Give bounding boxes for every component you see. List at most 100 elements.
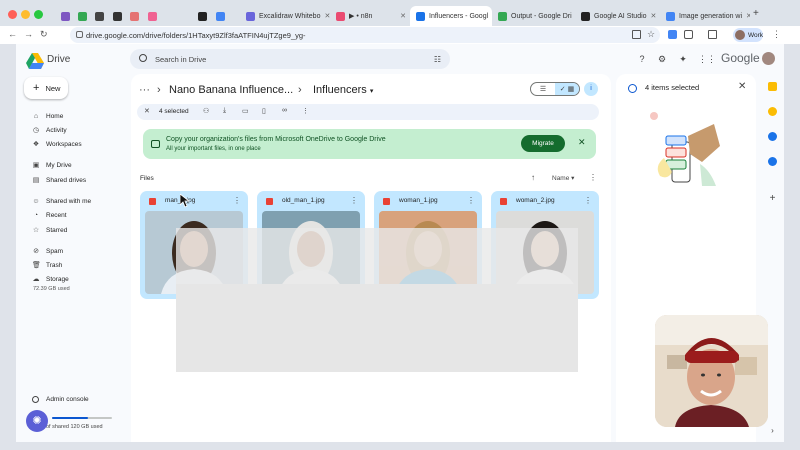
minimize-window-button[interactable] bbox=[21, 10, 30, 19]
sidebar-item-activity[interactable]: ◷ Activity bbox=[24, 124, 124, 137]
sort-label: Name bbox=[552, 175, 570, 182]
keep-app-icon[interactable] bbox=[768, 107, 777, 116]
browser-tab[interactable] bbox=[213, 6, 225, 26]
cast-icon[interactable] bbox=[632, 30, 641, 39]
search-options-icon[interactable]: ☷ bbox=[434, 55, 441, 64]
account-avatar[interactable] bbox=[762, 52, 775, 65]
browser-tab[interactable] bbox=[58, 6, 70, 26]
browser-tab[interactable]: Image generation wi ✕ bbox=[660, 6, 750, 26]
file-more-icon[interactable]: ⋮ bbox=[584, 196, 592, 205]
back-button[interactable]: ← bbox=[8, 29, 17, 39]
sort-direction-icon[interactable]: ↑ bbox=[531, 173, 535, 182]
profile-label: Work bbox=[747, 31, 763, 39]
side-panel-icon[interactable] bbox=[708, 30, 717, 39]
file-more-icon[interactable]: ⋮ bbox=[467, 196, 475, 205]
calendar-app-icon[interactable] bbox=[768, 82, 777, 91]
more-actions-icon[interactable]: ⋮ bbox=[302, 107, 309, 115]
copy-link-icon[interactable]: ∞ bbox=[282, 107, 287, 114]
selection-bar: ✕ 4 selected ⚇ ⤓ ▭ ▯ ∞ ⋮ bbox=[137, 104, 599, 120]
clear-selection-icon[interactable]: ✕ bbox=[144, 107, 150, 115]
sidebar-item-recent[interactable]: ◔ Recent bbox=[24, 209, 124, 222]
site-info-icon[interactable] bbox=[76, 31, 83, 38]
browser-tab[interactable] bbox=[127, 6, 139, 26]
file-more-icon[interactable]: ⋮ bbox=[233, 196, 241, 205]
add-addon-icon[interactable]: + bbox=[768, 194, 777, 204]
help-icon[interactable]: ? bbox=[637, 54, 647, 64]
file-more-icon[interactable]: ⋮ bbox=[350, 196, 358, 205]
drive-logo-icon[interactable] bbox=[26, 53, 44, 69]
admin-console-link[interactable]: Admin console bbox=[32, 396, 89, 403]
delete-icon[interactable]: ▯ bbox=[262, 107, 266, 115]
image-file-icon bbox=[149, 198, 156, 205]
chevron-right-icon: › bbox=[298, 84, 302, 96]
download-icon[interactable]: ⤓ bbox=[223, 107, 226, 115]
sidebar-item-shared-drives[interactable]: ▤ Shared drives bbox=[24, 174, 124, 187]
browser-tab[interactable]: Excalidraw Whitebo ✕ bbox=[240, 6, 332, 26]
maximize-window-button[interactable] bbox=[34, 10, 43, 19]
browser-tab[interactable] bbox=[92, 6, 104, 26]
browser-menu-icon[interactable]: ⋮ bbox=[772, 29, 781, 40]
app-name: Drive bbox=[47, 54, 71, 65]
migrate-button[interactable]: Migrate bbox=[521, 135, 565, 152]
sidebar-item-label: Spam bbox=[46, 248, 63, 255]
sidebar-item-shared-with-me[interactable]: ☺ Shared with me bbox=[24, 195, 124, 208]
sidebar-item-my-drive[interactable]: ▣ My Drive bbox=[24, 159, 124, 172]
details-info-icon[interactable]: i bbox=[584, 82, 598, 96]
tasks-app-icon[interactable] bbox=[768, 132, 777, 141]
accessibility-fab[interactable]: ✺ bbox=[26, 410, 48, 432]
details-title: 4 items selected bbox=[645, 83, 700, 92]
tab-favicon-icon bbox=[78, 11, 87, 21]
move-folder-icon[interactable]: ▭ bbox=[242, 107, 249, 115]
forward-button[interactable]: → bbox=[24, 29, 33, 39]
close-tab-icon[interactable]: ✕ bbox=[400, 12, 406, 20]
sidebar-item-storage[interactable]: ☁ Storage bbox=[24, 273, 124, 286]
list-view-icon[interactable]: ☰ bbox=[531, 83, 555, 95]
tab-label: Influencers - Googl bbox=[429, 12, 489, 20]
browser-tab[interactable]: Output - Google Dri✕ bbox=[492, 6, 574, 26]
extensions-puzzle-icon[interactable] bbox=[684, 30, 693, 39]
tab-label: Excalidraw Whitebo bbox=[259, 12, 321, 20]
sidebar-item-starred[interactable]: ☆ Starred bbox=[24, 224, 124, 237]
browser-tab[interactable] bbox=[75, 6, 87, 26]
browser-tab[interactable]: Influencers - Googl✕ bbox=[410, 6, 492, 26]
close-tab-icon[interactable]: ✕ bbox=[651, 12, 657, 20]
breadcrumb-current[interactable]: Influencers ▾ bbox=[313, 84, 373, 96]
image-file-icon bbox=[500, 198, 507, 205]
close-details-icon[interactable]: ✕ bbox=[738, 81, 746, 92]
files-more-icon[interactable]: ⋮ bbox=[589, 173, 597, 182]
new-tab-button[interactable]: + bbox=[753, 8, 759, 19]
gemini-sparkle-icon[interactable]: ✦ bbox=[678, 54, 688, 64]
browser-tab[interactable]: ▶ • n8n ✕ bbox=[330, 6, 412, 26]
grid-view-icon[interactable]: ✓ ▦ bbox=[555, 83, 579, 95]
sidebar-item-spam[interactable]: ⊘ Spam bbox=[24, 245, 124, 258]
apps-grid-icon[interactable]: ⋮⋮ bbox=[698, 54, 716, 64]
more-path-icon[interactable]: ··· bbox=[139, 84, 150, 96]
new-button[interactable]: + New bbox=[24, 77, 68, 99]
trash-icon: 🗑 bbox=[32, 261, 41, 269]
collapse-panel-icon[interactable]: › bbox=[768, 426, 777, 435]
browser-tab[interactable]: Google AI Studio ✕ bbox=[575, 6, 657, 26]
profile-button[interactable]: Work bbox=[733, 28, 763, 42]
browser-tab[interactable] bbox=[110, 6, 122, 26]
settings-gear-icon[interactable]: ⚙ bbox=[657, 54, 667, 64]
google-account-label[interactable]: Google bbox=[721, 51, 760, 65]
search-bar[interactable]: Search in Drive ☷ bbox=[130, 49, 450, 69]
address-bar[interactable]: drive.google.com/drive/folders/1HTaxyt9Z… bbox=[70, 27, 660, 43]
contacts-app-icon[interactable] bbox=[768, 157, 777, 166]
close-banner-icon[interactable]: ✕ bbox=[578, 137, 586, 148]
browser-tab[interactable] bbox=[195, 6, 207, 26]
extension-icon[interactable] bbox=[668, 30, 677, 39]
browser-toolbar: ← → ↻ drive.google.com/drive/folders/1HT… bbox=[0, 26, 800, 44]
reload-button[interactable]: ↻ bbox=[40, 29, 48, 40]
sort-by-dropdown[interactable]: Name ▾ bbox=[552, 174, 574, 182]
sidebar-item-trash[interactable]: 🗑 Trash bbox=[24, 259, 124, 272]
sidebar-item-home[interactable]: ⌂ Home bbox=[24, 110, 124, 123]
breadcrumb-parent[interactable]: Nano Banana Influence... bbox=[169, 84, 293, 96]
bookmark-star-icon[interactable]: ☆ bbox=[647, 30, 656, 39]
close-window-button[interactable] bbox=[8, 10, 17, 19]
close-tab-icon[interactable]: ✕ bbox=[746, 12, 750, 20]
browser-tab[interactable] bbox=[145, 6, 157, 26]
share-person-icon[interactable]: ⚇ bbox=[203, 107, 209, 115]
sidebar-item-workspaces[interactable]: ❖ Workspaces bbox=[24, 138, 124, 151]
drag-ghost-shadow bbox=[176, 284, 578, 372]
